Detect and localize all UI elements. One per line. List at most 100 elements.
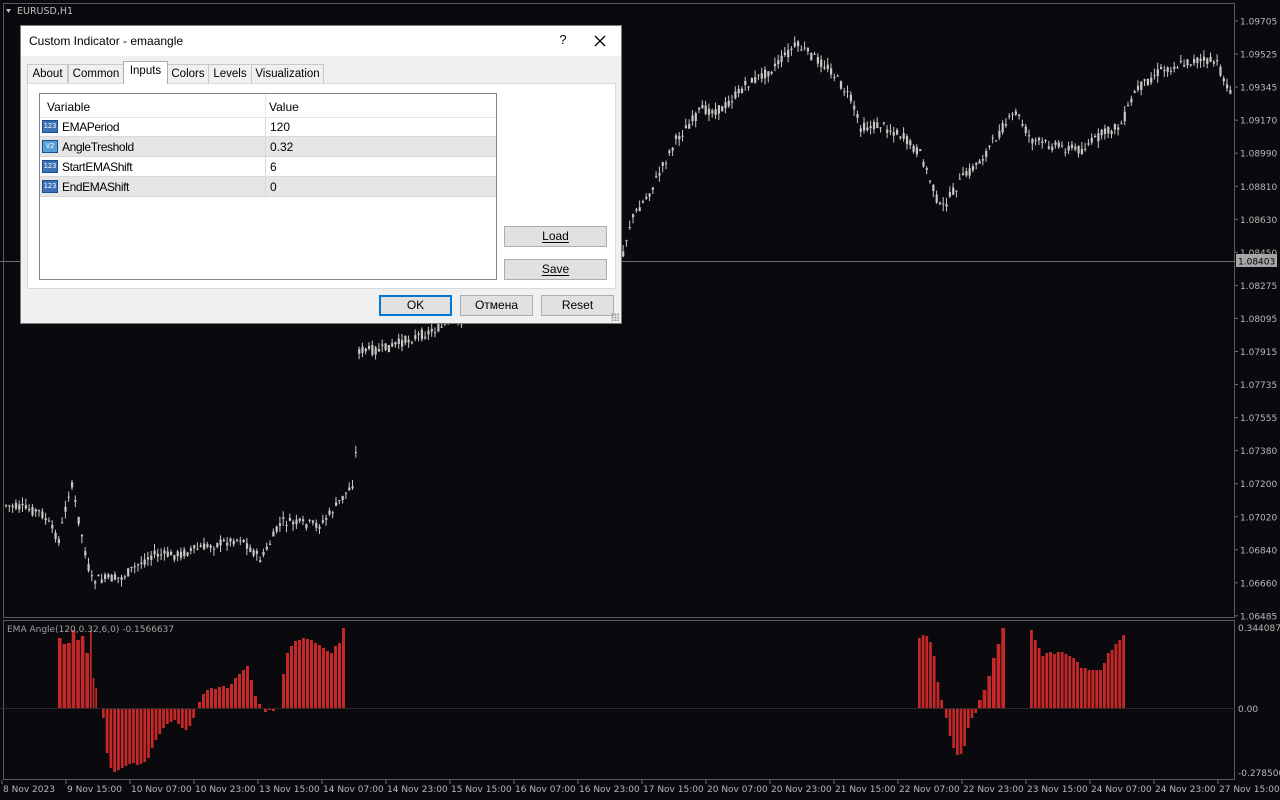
cancel-button[interactable]: Отмена	[460, 295, 533, 316]
histogram-bar	[165, 708, 169, 724]
candle-body	[170, 552, 173, 556]
candle-body	[991, 137, 994, 139]
histogram-bar	[1049, 652, 1053, 708]
candle-body	[74, 500, 77, 503]
input-value[interactable]: 6	[270, 160, 277, 174]
input-row-endemashift[interactable]: 123 EndEMAShift 0	[40, 177, 496, 197]
candle-body	[31, 507, 34, 516]
candle-body	[1011, 113, 1014, 115]
input-name: EMAPeriod	[62, 120, 120, 134]
save-button-label: Save	[541, 262, 570, 276]
candle-body	[434, 332, 437, 334]
close-button[interactable]	[589, 30, 611, 52]
candle-body	[750, 78, 753, 83]
candle-body	[381, 344, 384, 346]
candle-body	[94, 581, 97, 584]
candle-body	[275, 526, 278, 532]
price-axis-label: 1.08275	[1240, 282, 1277, 292]
price-axis-label: 1.07200	[1240, 480, 1277, 490]
histogram-bar	[1087, 670, 1091, 708]
candle-body	[1117, 127, 1120, 130]
candle-body	[849, 94, 852, 102]
candle-body	[193, 545, 196, 549]
integer-type-icon: 123	[42, 160, 58, 173]
histogram-bar	[286, 653, 289, 708]
tab-inputs[interactable]: Inputs	[123, 61, 168, 84]
candle-body	[242, 539, 245, 542]
price-axis-label: 1.06660	[1240, 579, 1277, 589]
inputs-grid[interactable]: Variable Value 123 EMAPeriod 120 V2 Angl…	[39, 93, 497, 280]
dialog-titlebar[interactable]: Custom Indicator - emaangle ?	[21, 26, 621, 56]
tab-common[interactable]: Common	[68, 64, 124, 83]
input-value[interactable]: 0.32	[270, 140, 293, 154]
dialog-title: Custom Indicator - emaangle	[29, 34, 184, 48]
reset-button[interactable]: Reset	[541, 295, 614, 316]
histogram-bar	[222, 686, 225, 708]
histogram-bar	[1106, 653, 1110, 708]
help-button[interactable]: ?	[553, 32, 573, 50]
candle-body	[28, 508, 31, 511]
candle-body	[113, 574, 117, 580]
tab-visualization[interactable]: Visualization	[251, 64, 324, 83]
indicator-axis-label: 0.00	[1238, 705, 1258, 715]
histogram-bar	[258, 704, 261, 708]
save-button[interactable]: Save	[504, 259, 607, 280]
histogram-bar	[120, 708, 124, 768]
candle-body	[843, 91, 846, 93]
input-row-angletreshold[interactable]: V2 AngleTreshold 0.32	[40, 137, 496, 157]
input-row-emaperiod[interactable]: 123 EMAPeriod 120	[40, 117, 496, 137]
time-axis-label: 23 Nov 15:00	[1027, 785, 1088, 795]
candle-body	[1077, 146, 1080, 154]
candle-body	[1054, 141, 1057, 145]
tab-colors[interactable]: Colors	[167, 64, 209, 83]
candle-body	[958, 178, 961, 180]
histogram-bar	[948, 708, 952, 736]
candle-body	[876, 122, 879, 129]
variable-column-header[interactable]: Variable	[47, 100, 90, 114]
candle-body	[1037, 137, 1041, 141]
value-column-header[interactable]: Value	[269, 100, 299, 114]
histogram-bar	[929, 642, 932, 708]
candle-body	[955, 190, 958, 192]
histogram-bar	[992, 658, 996, 708]
histogram-bar	[117, 708, 120, 770]
candle-body	[87, 564, 90, 571]
tab-about[interactable]: About	[27, 64, 68, 83]
candle-body	[711, 110, 714, 114]
histogram-bar	[254, 696, 257, 708]
input-row-startemashift[interactable]: 123 StartEMAShift 6	[40, 157, 496, 177]
candle-body	[1094, 135, 1097, 137]
histogram-bar	[113, 708, 117, 772]
ok-button[interactable]: OK	[379, 295, 452, 316]
candle-body	[740, 88, 744, 93]
candle-body	[278, 523, 282, 526]
candle-body	[199, 545, 202, 548]
histogram-bar	[173, 708, 177, 720]
candle-body	[44, 518, 47, 521]
histogram-bar	[92, 678, 95, 708]
histogram-bar	[124, 708, 128, 766]
input-value[interactable]: 120	[270, 120, 290, 134]
candle-body	[236, 539, 239, 541]
tab-levels[interactable]: Levels	[208, 64, 252, 83]
candle-body	[21, 503, 24, 506]
load-button[interactable]: Load	[504, 226, 607, 247]
price-axis-label: 1.09525	[1240, 51, 1277, 61]
histogram-bar	[162, 708, 165, 728]
candle-body	[787, 49, 790, 57]
resize-grip-icon[interactable]	[611, 313, 619, 321]
candle-body	[97, 574, 100, 577]
histogram-bar	[1060, 652, 1064, 708]
candle-body	[57, 539, 60, 544]
price-axis-label: 1.07020	[1240, 513, 1277, 523]
histogram-bar	[290, 646, 293, 708]
histogram-bar	[95, 688, 97, 708]
histogram-bar	[298, 640, 301, 708]
candle-body	[820, 59, 823, 67]
candle-body	[1229, 89, 1232, 94]
histogram-bar	[338, 643, 341, 708]
candle-body	[757, 74, 760, 76]
time-axis-label: 16 Nov 07:00	[515, 785, 576, 795]
input-value[interactable]: 0	[270, 180, 277, 194]
candle-body	[754, 76, 757, 83]
